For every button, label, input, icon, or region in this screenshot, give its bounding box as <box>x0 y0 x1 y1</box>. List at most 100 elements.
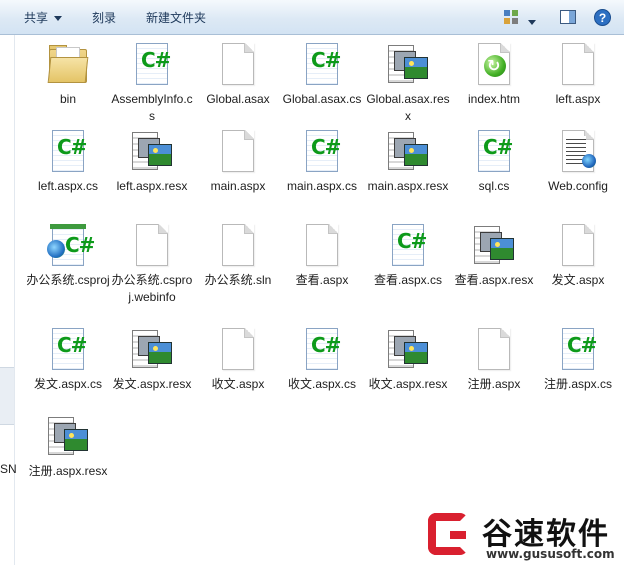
command-bar: 共享 刻录 新建文件夹 ? <box>0 0 624 35</box>
file-icon <box>470 222 518 270</box>
file-item[interactable]: C# Global.asax.cs <box>280 41 364 108</box>
file-name-label: 收文.aspx <box>211 377 265 391</box>
file-name-label: Global.asax.cs <box>282 92 362 106</box>
file-icon <box>128 222 176 270</box>
file-name-label: left.aspx.cs <box>37 179 99 193</box>
file-item[interactable]: left.aspx <box>536 41 620 108</box>
file-item[interactable]: index.htm <box>452 41 536 108</box>
file-icon <box>128 128 176 176</box>
file-item[interactable]: main.aspx <box>196 128 280 195</box>
file-icon: C# <box>44 326 92 374</box>
file-icon <box>214 128 262 176</box>
file-item[interactable]: 收文.aspx.resx <box>366 326 450 393</box>
file-item[interactable]: C# 查看.aspx.cs <box>366 222 450 289</box>
help-icon[interactable]: ? <box>594 9 611 26</box>
file-item[interactable]: main.aspx.resx <box>366 128 450 195</box>
csharp-file-icon: C# <box>52 130 87 172</box>
file-icon: C# <box>298 326 346 374</box>
file-icon <box>470 326 518 374</box>
view-options-icon[interactable] <box>504 10 518 24</box>
blank-document-icon <box>562 43 594 85</box>
file-icon <box>384 326 432 374</box>
file-item[interactable]: 注册.aspx <box>452 326 536 393</box>
new-folder-button[interactable]: 新建文件夹 <box>146 10 206 26</box>
file-item[interactable]: left.aspx.resx <box>110 128 194 195</box>
file-icon <box>128 326 176 374</box>
csharp-file-icon: C# <box>306 130 341 172</box>
csharp-file-icon: C# <box>478 130 513 172</box>
watermark: 谷速软件 www.gususoft.com <box>428 505 624 565</box>
file-name-label: 办公系统.csproj <box>26 273 110 287</box>
file-icon <box>554 41 602 89</box>
file-icon <box>470 41 518 89</box>
csharp-file-icon: C# <box>52 328 87 370</box>
file-icon <box>214 326 262 374</box>
file-item[interactable]: 收文.aspx <box>196 326 280 393</box>
blank-document-icon <box>478 328 510 370</box>
file-name-label: Global.asax.resx <box>366 92 450 123</box>
file-icon <box>554 128 602 176</box>
file-name-label: sql.cs <box>478 179 510 193</box>
file-name-label: left.aspx.resx <box>116 179 188 193</box>
csharp-file-icon: C# <box>306 328 341 370</box>
file-name-label: bin <box>59 92 76 106</box>
blank-document-icon <box>222 224 254 266</box>
blank-document-icon <box>222 328 254 370</box>
file-name-label: 注册.aspx.cs <box>543 377 613 391</box>
file-item[interactable]: Global.asax.resx <box>366 41 450 125</box>
file-item[interactable]: C# 办公系统.csproj <box>26 222 110 289</box>
share-menu-button[interactable]: 共享 <box>24 10 63 26</box>
file-name-label: 发文.aspx.resx <box>112 377 192 391</box>
file-item[interactable]: C# 收文.aspx.cs <box>280 326 364 393</box>
file-name-label: 收文.aspx.resx <box>368 377 448 391</box>
file-name-label: 发文.aspx.cs <box>33 377 103 391</box>
file-item[interactable]: 注册.aspx.resx <box>26 413 110 480</box>
file-name-label: index.htm <box>467 92 521 106</box>
file-icon <box>298 222 346 270</box>
svg-text:?: ? <box>599 11 606 25</box>
file-item[interactable]: Web.config <box>536 128 620 195</box>
file-icon: C# <box>298 41 346 89</box>
navigation-pane[interactable] <box>0 35 15 565</box>
file-name-label: Global.asax <box>206 92 270 106</box>
file-item[interactable]: C# 发文.aspx.cs <box>26 326 110 393</box>
file-item[interactable]: 查看.aspx <box>280 222 364 289</box>
file-item[interactable]: 发文.aspx <box>536 222 620 289</box>
file-item[interactable]: C# main.aspx.cs <box>280 128 364 195</box>
file-icon <box>44 413 92 461</box>
file-item[interactable]: 查看.aspx.resx <box>452 222 536 289</box>
file-item[interactable]: 办公系统.csproj.webinfo <box>110 222 194 306</box>
file-icon <box>384 41 432 89</box>
file-name-label: 办公系统.csproj.webinfo <box>111 273 193 304</box>
file-item[interactable]: C# sql.cs <box>452 128 536 195</box>
file-icon: C# <box>384 222 432 270</box>
file-item[interactable]: 办公系统.sln <box>196 222 280 289</box>
file-name-label: 发文.aspx <box>551 273 605 287</box>
file-name-label: left.aspx <box>555 92 601 106</box>
file-item[interactable]: 发文.aspx.resx <box>110 326 194 393</box>
file-name-label: AssemblyInfo.cs <box>111 92 193 123</box>
file-item[interactable]: C# AssemblyInfo.cs <box>110 41 194 125</box>
chevron-down-icon <box>54 16 63 22</box>
file-icon <box>44 41 92 89</box>
file-name-label: 查看.aspx.resx <box>454 273 534 287</box>
preview-pane-icon[interactable] <box>560 10 576 24</box>
file-name-label: 收文.aspx.cs <box>287 377 357 391</box>
file-item[interactable]: Global.asax <box>196 41 280 108</box>
file-name-label: Web.config <box>548 179 608 193</box>
file-item[interactable]: C# 注册.aspx.cs <box>536 326 620 393</box>
file-icon: C# <box>44 128 92 176</box>
view-chevron-down-icon[interactable] <box>528 15 536 25</box>
file-icon <box>214 222 262 270</box>
file-icon: C# <box>44 222 95 270</box>
csharp-file-icon: C# <box>562 328 597 370</box>
file-item[interactable]: bin <box>26 41 110 108</box>
file-item[interactable]: C# left.aspx.cs <box>26 128 110 195</box>
file-name-label: main.aspx.cs <box>286 179 358 193</box>
file-icon: C# <box>470 128 518 176</box>
burn-button[interactable]: 刻录 <box>92 10 116 26</box>
file-name-label: 办公系统.sln <box>204 273 272 287</box>
share-label: 共享 <box>24 11 49 25</box>
csharp-file-icon: C# <box>306 43 341 85</box>
navigation-selected-item[interactable] <box>0 367 14 425</box>
